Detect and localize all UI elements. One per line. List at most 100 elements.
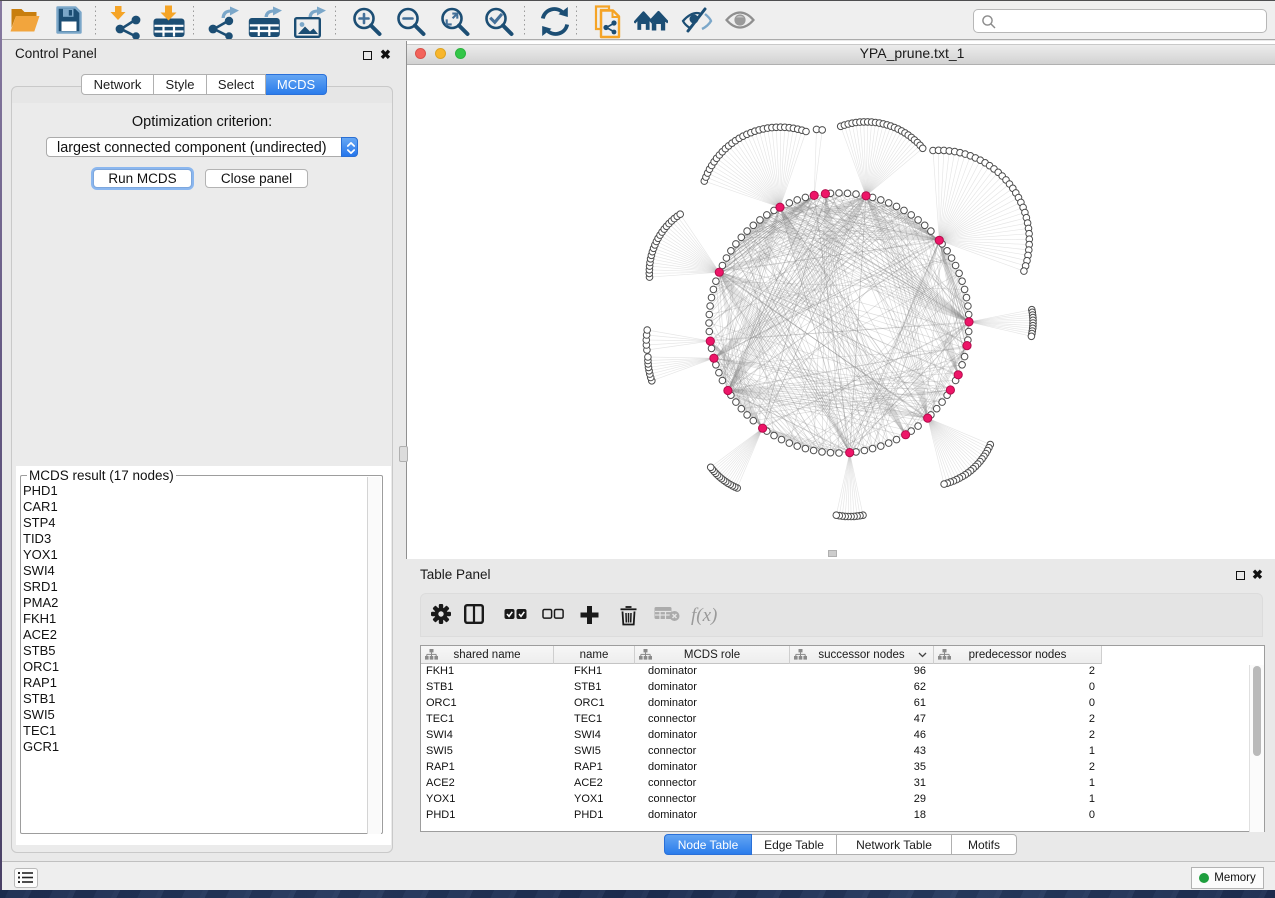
tab-style[interactable]: Style xyxy=(154,74,207,95)
table-scrollbar-thumb[interactable] xyxy=(1253,666,1261,756)
tab-edge-table[interactable]: Edge Table xyxy=(752,834,837,855)
vertical-splitter-handle[interactable] xyxy=(399,446,408,462)
table-cell: YOX1 xyxy=(554,793,635,809)
run-mcds-button[interactable]: Run MCDS xyxy=(93,169,192,188)
tab-select[interactable]: Select xyxy=(207,74,266,95)
zoom-window-icon[interactable] xyxy=(455,48,466,59)
float-panel-icon[interactable] xyxy=(363,51,372,60)
tab-motifs[interactable]: Motifs xyxy=(952,834,1017,855)
table-row[interactable]: PHD1PHD1dominator180 xyxy=(421,809,1264,825)
save-session-icon[interactable] xyxy=(55,5,83,40)
delete-trash-icon[interactable] xyxy=(618,604,639,631)
zoom-fit-icon[interactable] xyxy=(438,5,473,45)
mcds-result-item[interactable]: RAP1 xyxy=(23,675,59,691)
mcds-result-item[interactable]: STB1 xyxy=(23,691,59,707)
column-header-successor-nodes[interactable]: successor nodes xyxy=(790,646,934,664)
export-network-icon[interactable] xyxy=(206,5,242,44)
tab-network[interactable]: Network xyxy=(81,74,154,95)
clear-table-icon[interactable] xyxy=(654,604,680,627)
table-row[interactable]: SWI4SWI4dominator462 xyxy=(421,729,1264,745)
table-cell: TEC1 xyxy=(554,713,635,729)
refresh-icon[interactable] xyxy=(538,5,572,43)
mcds-result-item[interactable]: PMA2 xyxy=(23,595,59,611)
close-window-icon[interactable] xyxy=(415,48,426,59)
tab-mcds[interactable]: MCDS xyxy=(266,74,327,95)
mcds-result-item[interactable]: GCR1 xyxy=(23,739,59,755)
memory-button[interactable]: Memory xyxy=(1191,867,1264,889)
checked-boxes-icon[interactable] xyxy=(504,604,527,629)
settings-gear-icon[interactable] xyxy=(431,604,451,629)
optimization-criterion-select[interactable]: largest connected component (undirected) xyxy=(46,137,358,157)
share-document-icon[interactable] xyxy=(593,5,623,44)
export-table-icon[interactable] xyxy=(248,5,285,44)
close-table-panel-icon[interactable]: ✖ xyxy=(1252,569,1263,581)
table-cell: 62 xyxy=(790,681,934,697)
add-plus-icon[interactable] xyxy=(578,604,601,631)
mcds-result-item[interactable]: ACE2 xyxy=(23,627,59,643)
search-input[interactable] xyxy=(973,9,1267,33)
function-fx-icon[interactable]: f(x) xyxy=(690,604,720,631)
table-header-row: shared namenameMCDS rolesuccessor nodesp… xyxy=(421,646,1264,664)
column-header-name[interactable]: name xyxy=(554,646,635,664)
table-cell: STB1 xyxy=(554,681,635,697)
mcds-result-item[interactable]: SWI4 xyxy=(23,563,59,579)
mcds-result-group: MCDS result (17 nodes) PHD1CAR1STP4TID3Y… xyxy=(20,475,383,834)
mcds-result-item[interactable]: YOX1 xyxy=(23,547,59,563)
close-panel-icon[interactable]: ✖ xyxy=(380,49,391,61)
zoom-in-icon[interactable] xyxy=(350,5,385,45)
zoom-out-icon[interactable] xyxy=(394,5,429,45)
main-toolbar xyxy=(1,1,1275,40)
top-edge-strip xyxy=(0,0,1275,1)
tab-network-table[interactable]: Network Table xyxy=(837,834,952,855)
table-row[interactable]: FKH1FKH1dominator962 xyxy=(421,665,1264,681)
table-row[interactable]: TEC1TEC1connector472 xyxy=(421,713,1264,729)
table-cell: 46 xyxy=(790,729,934,745)
home-pair-icon[interactable] xyxy=(634,5,668,42)
open-file-icon[interactable] xyxy=(10,8,40,39)
table-row[interactable]: RAP1RAP1dominator352 xyxy=(421,761,1264,777)
mcds-result-item[interactable]: STP4 xyxy=(23,515,59,531)
network-canvas[interactable] xyxy=(407,65,1275,559)
import-network-icon[interactable] xyxy=(108,5,144,44)
table-cell: TEC1 xyxy=(421,713,554,729)
hide-eye-icon[interactable] xyxy=(681,5,713,42)
table-row[interactable]: ORC1ORC1dominator610 xyxy=(421,697,1264,713)
mcds-result-item[interactable]: STB5 xyxy=(23,643,59,659)
mcds-result-item[interactable]: TID3 xyxy=(23,531,59,547)
network-window-titlebar[interactable]: YPA_prune.txt_1 xyxy=(407,44,1275,65)
mcds-result-item[interactable]: CAR1 xyxy=(23,499,59,515)
mcds-result-item[interactable]: PHD1 xyxy=(23,483,59,499)
show-eye-icon[interactable] xyxy=(725,5,755,40)
tab-node-table[interactable]: Node Table xyxy=(664,834,752,855)
mcds-result-item[interactable]: ORC1 xyxy=(23,659,59,675)
horizontal-splitter-handle[interactable] xyxy=(828,550,837,557)
mcds-result-item[interactable]: TEC1 xyxy=(23,723,59,739)
table-row[interactable]: ACE2ACE2connector311 xyxy=(421,777,1264,793)
mcds-result-item[interactable]: SRD1 xyxy=(23,579,59,595)
table-cell: dominator xyxy=(635,761,790,777)
column-layout-icon[interactable] xyxy=(464,604,484,629)
column-header-predecessor-nodes[interactable]: predecessor nodes xyxy=(934,646,1102,664)
table-row[interactable]: YOX1YOX1connector291 xyxy=(421,793,1264,809)
column-header-shared-name[interactable]: shared name xyxy=(421,646,554,664)
mcds-result-scrollbar[interactable] xyxy=(367,477,381,834)
optimization-criterion-label: Optimization criterion: xyxy=(12,114,392,130)
column-header-MCDS-role[interactable]: MCDS role xyxy=(635,646,790,664)
mcds-result-item[interactable]: FKH1 xyxy=(23,611,59,627)
table-panel-title: Table Panel xyxy=(420,567,491,582)
close-panel-button[interactable]: Close panel xyxy=(205,169,308,188)
table-vertical-scrollbar[interactable] xyxy=(1249,665,1264,832)
mcds-result-item[interactable]: SWI5 xyxy=(23,707,59,723)
export-image-icon[interactable] xyxy=(292,5,329,44)
import-table-icon[interactable] xyxy=(152,5,186,44)
table-cell: SWI4 xyxy=(421,729,554,745)
zoom-selected-icon[interactable] xyxy=(482,5,517,45)
unchecked-boxes-icon[interactable] xyxy=(542,604,564,629)
float-table-panel-icon[interactable] xyxy=(1236,571,1245,580)
minimize-window-icon[interactable] xyxy=(435,48,446,59)
table-row[interactable]: SWI5SWI5connector431 xyxy=(421,745,1264,761)
task-history-button[interactable] xyxy=(14,868,38,888)
mcds-result-list[interactable]: PHD1CAR1STP4TID3YOX1SWI4SRD1PMA2FKH1ACE2… xyxy=(23,483,59,755)
table-cell: dominator xyxy=(635,697,790,713)
table-row[interactable]: STB1STB1dominator620 xyxy=(421,681,1264,697)
